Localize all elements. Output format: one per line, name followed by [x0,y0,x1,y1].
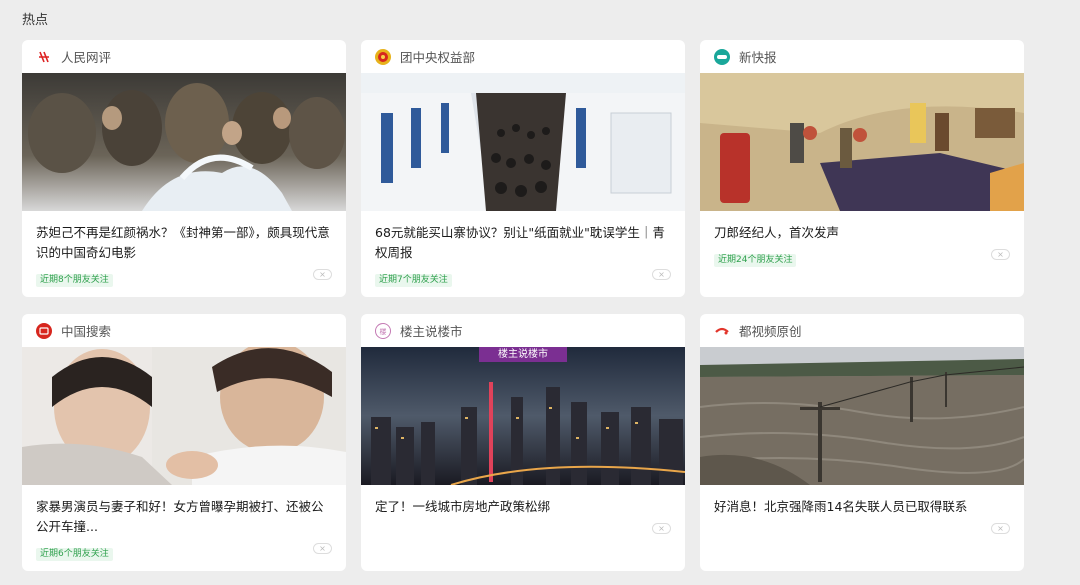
card-source[interactable]: 人民网评 [22,40,346,73]
svg-text:楼: 楼 [380,327,387,336]
news-thumbnail[interactable] [22,347,346,485]
card-source[interactable]: 楼 楼主说楼市 [361,314,685,347]
close-icon[interactable]: × [991,523,1010,534]
close-icon[interactable]: × [652,269,671,280]
friends-followed-badge: 近期8个朋友关注 [36,274,113,287]
source-name: 人民网评 [61,50,112,65]
source-name: 中国搜索 [61,324,112,339]
xinkuaibao-logo-icon [714,48,730,65]
source-name: 新快报 [739,50,777,65]
close-icon[interactable]: × [652,523,671,534]
close-icon[interactable]: × [313,543,332,554]
source-name: 团中央权益部 [400,50,476,65]
du-video-logo-icon [714,322,730,339]
friends-followed-badge: 近期24个朋友关注 [714,254,797,267]
youth-league-logo-icon [375,48,391,65]
close-icon[interactable]: × [313,269,332,280]
news-thumbnail[interactable] [361,73,685,211]
close-icon[interactable]: × [991,249,1010,260]
source-name: 楼主说楼市 [400,324,463,339]
section-title: 热点 [22,13,49,28]
image-banner: 楼主说楼市 [479,347,567,362]
news-card[interactable]: 团中央权益部 68元就能买山寨协议？别让"纸面就业"耽误学生｜青权周报 近期7个… [361,40,685,297]
china-search-logo-icon [36,322,52,339]
news-card[interactable]: 新快报 刀郎经纪人，首次发声 近期24个朋友关注 × [700,40,1024,297]
card-source[interactable]: 都视频原创 [700,314,1024,347]
news-thumbnail[interactable] [361,347,685,485]
news-title[interactable]: 刀郎经纪人，首次发声 [714,223,1010,243]
news-title[interactable]: 苏妲己不再是红颜祸水？《封神第一部》，颇具现代意识的中国奇幻电影 [36,223,332,263]
friends-followed-badge: 近期7个朋友关注 [375,274,452,287]
card-source[interactable]: 团中央权益部 [361,40,685,73]
news-card[interactable]: 中国搜索 家暴男演员与妻子和好！女方曾曝孕期被打、还被公公开车撞... 近期6个… [22,314,346,571]
news-title[interactable]: 定了！一线城市房地产政策松绑 [375,497,671,517]
news-card[interactable]: 人民网评 苏妲己不再是红颜祸水？《封神第一部》，颇具现代意识的中国奇幻电影 近期… [22,40,346,297]
source-name: 都视频原创 [739,324,802,339]
news-title[interactable]: 家暴男演员与妻子和好！女方曾曝孕期被打、还被公公开车撞... [36,497,332,537]
news-card[interactable]: 都视频原创 好消息！北京强降雨14名失联人员已取得联系 × [700,314,1024,571]
friends-followed-badge: 近期6个朋友关注 [36,548,113,561]
news-thumbnail[interactable] [22,73,346,211]
news-card[interactable]: 楼 楼主说楼市 楼主说楼市 定了！一线城市房地产政策松绑 × [361,314,685,571]
card-source[interactable]: 新快报 [700,40,1024,73]
card-source[interactable]: 中国搜索 [22,314,346,347]
news-title[interactable]: 好消息！北京强降雨14名失联人员已取得联系 [714,497,1010,517]
news-thumbnail[interactable] [700,73,1024,211]
news-title[interactable]: 68元就能买山寨协议？别让"纸面就业"耽误学生｜青权周报 [375,223,671,263]
people-daily-logo-icon [36,48,52,65]
loushi-logo-icon: 楼 [375,322,391,339]
news-thumbnail[interactable] [700,347,1024,485]
